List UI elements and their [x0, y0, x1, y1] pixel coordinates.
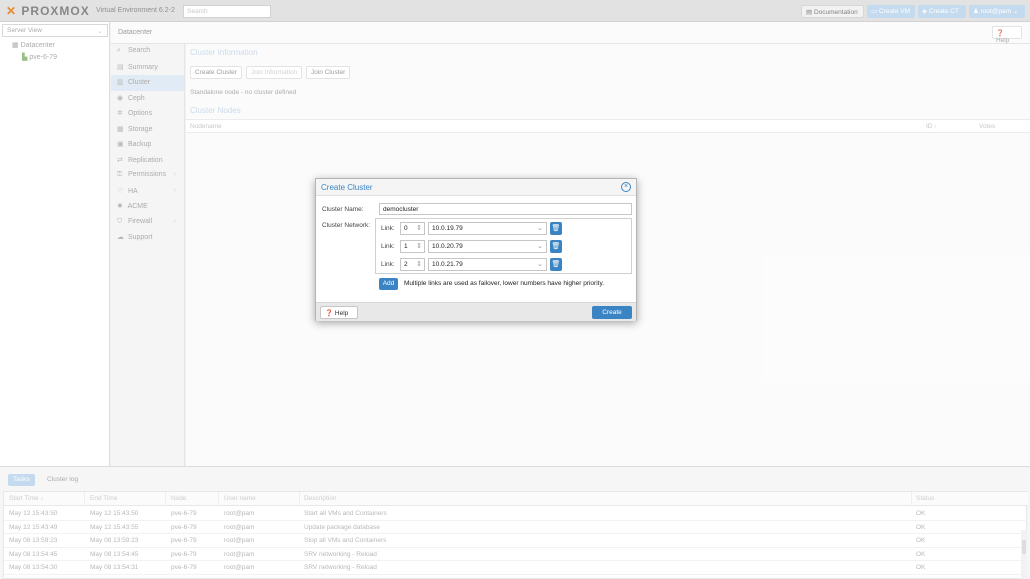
link-number-spinner[interactable]: 1 ⇕: [400, 240, 425, 253]
spinner-icon[interactable]: ⇕: [416, 260, 422, 268]
cluster-network-label: Cluster Network:: [322, 222, 371, 229]
cluster-name-label: Cluster Name:: [322, 206, 364, 213]
link-address-select[interactable]: 10.0.19.79 ⌄: [428, 222, 547, 235]
link-row-2: Link: 2 ⇕ 10.0.21.79 ⌄ 🗑: [381, 258, 562, 271]
close-icon[interactable]: ×: [621, 182, 631, 192]
delete-link-button[interactable]: 🗑: [550, 258, 562, 271]
dialog-footer: ❓ Help Create: [316, 302, 636, 321]
cluster-network-links: Link: 0 ⇕ 10.0.19.79 ⌄ 🗑 Link: 1 ⇕ 10.0.20.…: [375, 218, 632, 274]
link-number-spinner[interactable]: 2 ⇕: [400, 258, 425, 271]
link-row-0: Link: 0 ⇕ 10.0.19.79 ⌄ 🗑: [381, 222, 562, 235]
dialog-title: Create Cluster: [321, 183, 373, 192]
dialog-help-button[interactable]: ❓ Help: [320, 306, 358, 319]
link-row-1: Link: 1 ⇕ 10.0.20.79 ⌄ 🗑: [381, 240, 562, 253]
link-number-spinner[interactable]: 0 ⇕: [400, 222, 425, 235]
link-address-select[interactable]: 10.0.20.79 ⌄: [428, 240, 547, 253]
trash-icon: 🗑: [551, 243, 561, 250]
delete-link-button[interactable]: 🗑: [550, 222, 562, 235]
chevron-down-icon: ⌄: [537, 243, 543, 250]
create-button[interactable]: Create: [592, 306, 632, 319]
chevron-down-icon: ⌄: [537, 225, 543, 232]
link-label: Link:: [381, 261, 395, 268]
spinner-icon[interactable]: ⇕: [416, 224, 422, 232]
delete-link-button[interactable]: 🗑: [550, 240, 562, 253]
trash-icon: 🗑: [551, 261, 561, 268]
trash-icon: 🗑: [551, 225, 561, 232]
dialog-header: Create Cluster ×: [316, 179, 636, 196]
add-link-button[interactable]: Add: [379, 278, 398, 290]
question-icon: ❓: [325, 310, 334, 317]
link-label: Link:: [381, 243, 395, 250]
link-label: Link:: [381, 225, 395, 232]
create-cluster-dialog: Create Cluster × Cluster Name: democlust…: [315, 178, 637, 321]
spinner-icon[interactable]: ⇕: [416, 242, 422, 250]
add-link-hint: Multiple links are used as failover, low…: [404, 280, 605, 287]
cluster-name-input[interactable]: democluster: [379, 203, 632, 215]
link-address-select[interactable]: 10.0.21.79 ⌄: [428, 258, 547, 271]
chevron-down-icon: ⌄: [537, 261, 543, 268]
